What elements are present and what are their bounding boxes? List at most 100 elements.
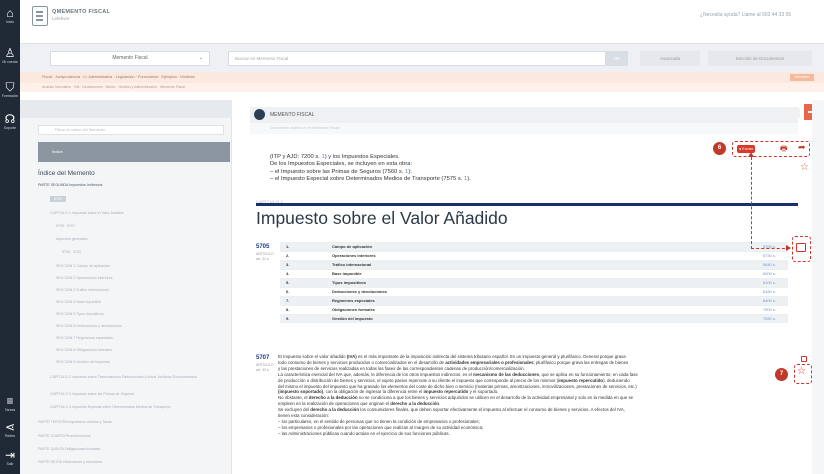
tree-item[interactable]: SECCIÓN 2 Operaciones interiores xyxy=(56,276,113,280)
chapter-toc: 1. Campo de aplicación 5708 s. 2. Operacione… xyxy=(280,242,788,323)
toc-number: 8. xyxy=(286,307,290,312)
marginal-reference: ARTÍCULO art. 32 s. xyxy=(256,363,274,372)
help-phone-link[interactable]: ¿Necesita ayuda? Llame al 902 44 33 55 xyxy=(700,12,791,18)
brand-subtitle: Lefebvre xyxy=(52,16,70,21)
document-header-button[interactable] xyxy=(786,108,800,118)
toc-number: 1. xyxy=(286,244,290,249)
chapter-divider xyxy=(256,203,798,206)
toc-reference-link[interactable]: 5708 s. xyxy=(763,243,776,251)
nav-social[interactable]: ⋖ Redes xyxy=(0,420,20,439)
tree-item[interactable]: CAPÍTULO 1 Impuesto sobre el Valor Añadi… xyxy=(50,211,124,215)
tree-item[interactable]: SECCIÓN 5 Tipos impositivos xyxy=(56,312,104,316)
index-filter-input[interactable]: Filtrar el índice del Memento xyxy=(38,125,224,135)
toc-reference-link[interactable]: 7000 s. xyxy=(763,306,776,314)
toc-reference-link[interactable]: 5730 s. xyxy=(763,252,776,260)
tree-item[interactable]: SECCIÓN 6 Deducciones y devoluciones xyxy=(56,324,122,328)
breadcrumb-secondary[interactable]: Análisis Normativo · IVA · Deducciones ·… xyxy=(20,83,824,92)
index-book-title: Índice del Memento xyxy=(38,170,95,177)
tree-item[interactable]: PARTE SEGUNDA Impuestos Indirectos xyxy=(38,183,102,187)
nav-training[interactable]: ⛉ Formación xyxy=(0,80,20,99)
toc-title: Campo de aplicación xyxy=(332,244,373,249)
tree-item[interactable]: SECCIÓN 4 Base imponible xyxy=(56,300,101,304)
note-icon[interactable] xyxy=(796,243,806,252)
tree-item[interactable]: SECCIÓN 8 Obligaciones formales xyxy=(56,348,112,352)
tree-item[interactable]: CAPÍTULO 2 Impuesto sobre Transmisiones … xyxy=(50,375,226,380)
intro-line: De los Impuestos Especiales, se incluyen… xyxy=(270,161,413,168)
top-bar xyxy=(20,0,824,44)
toc-title: Deducciones y devoluciones xyxy=(332,289,387,294)
toc-row[interactable]: 7. Regímenes especiales 6400 s. xyxy=(280,296,788,305)
toc-row[interactable]: 6. Deducciones y devoluciones 6180 s. xyxy=(280,287,788,296)
print-icon[interactable]: 🖶 xyxy=(780,143,788,157)
tree-item[interactable]: PARTE QUINTA Obligaciones formales xyxy=(38,447,100,451)
tree-item[interactable]: SECCIÓN 7 Regímenes especiales xyxy=(56,336,113,340)
nav-tasks[interactable]: ≡ Tareas xyxy=(0,394,20,413)
scrollbar[interactable] xyxy=(812,100,824,474)
advanced-search-button[interactable]: Avanzada xyxy=(640,51,700,66)
nav-support[interactable]: ☊ Soporte xyxy=(0,112,20,131)
toc-row[interactable]: 3. Tráfico internacional 5840 s. xyxy=(280,260,788,269)
tree-item[interactable]: PARTE TERCERA Impuestos cedidos y Tasas xyxy=(38,420,112,424)
tree-item[interactable]: SECCIÓN 3 Tráfico internacional xyxy=(56,288,109,292)
breadcrumb-badge[interactable]: Memento xyxy=(790,74,814,81)
search-input[interactable]: Buscar en Memento Fiscal xyxy=(228,51,606,66)
intro-text: (ITP y AJD: 7200 s. 1) y los Impuestos E… xyxy=(270,154,471,184)
favorite-star-icon[interactable]: ☆ xyxy=(797,366,806,377)
favorite-star-icon[interactable]: ☆ xyxy=(800,162,809,173)
left-nav-rail: ⌂ Inicio ♙ Mi cuenta ⛉ Formación ☊ Sopor… xyxy=(0,0,20,474)
intro-line: (ITP y AJD: 7200 s. 1) y los Impuestos E… xyxy=(270,154,400,160)
chevron-down-icon: ⌄ xyxy=(198,55,203,61)
tree-item-selected[interactable]: 5701 xyxy=(50,196,66,202)
nav-home[interactable]: ⌂ Inicio xyxy=(0,6,20,25)
marginal-number[interactable]: 5707 xyxy=(256,355,269,361)
tree-item[interactable]: CAPÍTULO 4 Impuesto Especial sobre Deter… xyxy=(50,405,170,409)
nav-training-label: Formación xyxy=(1,94,19,98)
tree-item[interactable]: Aspectos generales xyxy=(56,237,88,241)
index-section-header[interactable]: Índice xyxy=(38,142,230,162)
nav-logout[interactable]: ⇥ Salir xyxy=(0,448,20,467)
tree-item[interactable]: SECCIÓN 1 Campo de aplicación xyxy=(56,264,110,268)
globe-icon xyxy=(254,109,265,120)
nav-tasks-label: Tareas xyxy=(4,408,16,412)
toc-row[interactable]: 1. Campo de aplicación 5708 s. xyxy=(280,242,788,251)
logo-icon[interactable] xyxy=(32,6,48,26)
logout-icon: ⇥ xyxy=(4,448,16,462)
memento-app: ⌂ Inicio ♙ Mi cuenta ⛉ Formación ☊ Sopor… xyxy=(0,0,824,474)
tree-item[interactable]: PARTE SEXTA Infracciones y sanciones xyxy=(38,460,102,464)
toc-reference-link[interactable]: 6180 s. xyxy=(763,288,776,296)
note-mini-icon[interactable] xyxy=(801,356,807,362)
breadcrumb[interactable]: Fiscal · Jurisprudencia · Lf. Administra… xyxy=(20,72,824,83)
toc-row[interactable]: 8. Obligaciones formales 7000 s. xyxy=(280,305,788,314)
tree-item[interactable]: PARTE CUARTA Procedimientos xyxy=(38,434,91,438)
toc-row[interactable]: 9. Gestión del impuesto 7050 s. xyxy=(280,314,788,323)
toc-number: 3. xyxy=(286,262,290,267)
toc-reference-link[interactable]: 6100 s. xyxy=(763,279,776,287)
marginal-number[interactable]: 5705 xyxy=(256,244,269,250)
sections-button[interactable]: Sección de Documentos xyxy=(708,51,812,66)
toc-number: 9. xyxy=(286,316,290,321)
share-nav-icon: ⋖ xyxy=(4,420,16,434)
brand-title: QMEMENTO FISCAL xyxy=(52,9,111,15)
marginal-reference: ARTÍCULO art. 31 s. xyxy=(256,252,274,261)
nav-account[interactable]: ♙ Mi cuenta xyxy=(0,46,20,65)
toc-row[interactable]: 2. Operaciones interiores 5730 s. xyxy=(280,251,788,260)
toc-reference-link[interactable]: 6000 s. xyxy=(763,270,776,278)
toc-title: Tipos impositivos xyxy=(332,280,366,285)
search-button[interactable]: OK xyxy=(606,51,628,66)
toc-row[interactable]: 5. Tipos impositivos 6100 s. xyxy=(280,278,788,287)
toc-reference-link[interactable]: 6400 s. xyxy=(763,297,776,305)
tree-item[interactable]: 5705 · 5707 xyxy=(56,224,75,228)
nav-logout-label: Salir xyxy=(6,462,14,466)
toc-reference-link[interactable]: 5840 s. xyxy=(763,261,776,269)
toc-number: 5. xyxy=(286,280,290,285)
toc-reference-link[interactable]: 7050 s. xyxy=(763,315,776,323)
callout-arrow xyxy=(748,152,754,157)
share-icon[interactable]: ➦ xyxy=(798,142,806,153)
toc-title: Operaciones interiores xyxy=(332,253,376,258)
product-select[interactable]: Memento Fiscal ⌄ xyxy=(50,51,210,66)
tree-item[interactable]: CAPÍTULO 3 Impuesto sobre las Primas de … xyxy=(50,392,134,396)
tree-item[interactable]: 5708 · 5720 xyxy=(62,250,81,254)
toc-row[interactable]: 4. Base imponible 6000 s. xyxy=(280,269,788,278)
tree-item[interactable]: SECCIÓN 9 Gestión del impuesto xyxy=(56,360,110,364)
user-icon: ♙ xyxy=(4,46,16,60)
